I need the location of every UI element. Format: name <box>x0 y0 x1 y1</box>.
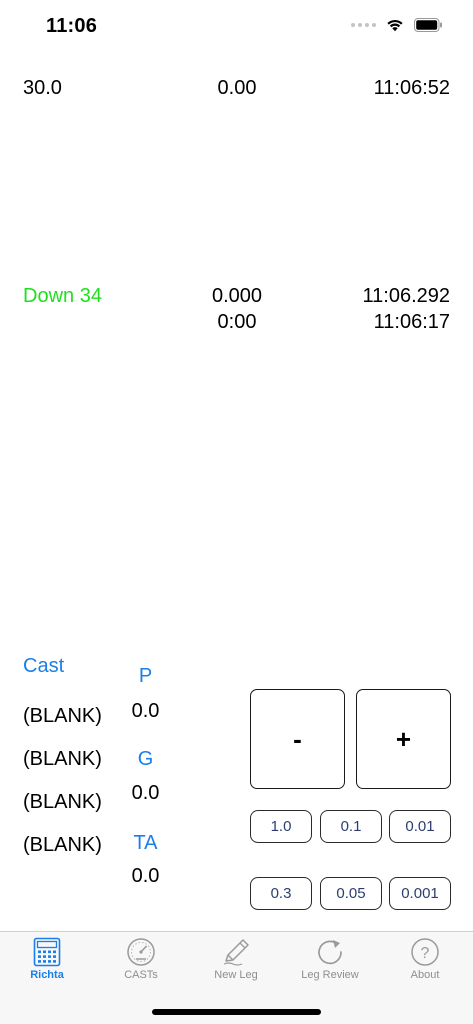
top-left-value: 30.0 <box>23 77 62 99</box>
tab-leg-review[interactable]: Leg Review <box>283 932 377 992</box>
tab-casts[interactable]: CASTs <box>94 932 188 992</box>
cast-title[interactable]: Cast <box>23 655 64 678</box>
middle-right-time-2: 11:06:17 <box>373 311 450 333</box>
tab-label-about: About <box>410 969 440 981</box>
status-icons <box>351 18 443 32</box>
middle-center-value-2: 0:00 <box>217 311 257 333</box>
svg-text:?: ? <box>421 945 430 962</box>
tab-label-casts: CASTs <box>124 969 158 981</box>
step-button-0-001[interactable]: 0.001 <box>389 877 451 910</box>
battery-icon <box>414 18 442 32</box>
param-p-label[interactable]: P <box>118 665 173 688</box>
refresh-icon <box>318 940 342 965</box>
cast-item-4[interactable]: (BLANK) <box>23 834 102 857</box>
tab-new-leg[interactable]: New Leg <box>189 932 283 992</box>
plus-button[interactable]: + <box>356 689 451 789</box>
tab-about[interactable]: ? About <box>378 932 472 992</box>
status-time: 11:06 <box>46 15 98 37</box>
cast-item-2[interactable]: (BLANK) <box>23 748 102 771</box>
cast-item-3[interactable]: (BLANK) <box>23 791 102 814</box>
status-bar: 11:06 <box>0 0 473 54</box>
down-count-label: Down 34 <box>23 285 102 307</box>
tab-label-richta: Richta <box>30 969 64 981</box>
top-right-time: 11:06:52 <box>373 77 450 99</box>
cast-item-1[interactable]: (BLANK) <box>23 705 102 728</box>
step-button-0-01[interactable]: 0.01 <box>389 810 451 843</box>
pencil-icon <box>223 939 249 966</box>
param-p-value: 0.0 <box>131 700 160 722</box>
minus-button[interactable]: - <box>250 689 345 789</box>
step-button-0-05[interactable]: 0.05 <box>320 877 382 910</box>
calculator-icon <box>33 937 61 967</box>
param-ta-value: 0.0 <box>131 865 160 887</box>
tab-label-leg-review: Leg Review <box>301 969 359 981</box>
wifi-icon <box>387 19 403 32</box>
middle-center-value-1: 0.000 <box>211 285 263 307</box>
middle-right-time-1: 11:06.292 <box>362 285 451 307</box>
param-g-value: 0.0 <box>131 782 160 804</box>
step-button-0-3[interactable]: 0.3 <box>250 877 312 910</box>
top-center-value: 0.00 <box>217 77 257 99</box>
param-ta-label[interactable]: TA <box>118 832 173 855</box>
step-button-1-0[interactable]: 1.0 <box>250 810 312 843</box>
question-icon: ? <box>411 938 439 966</box>
step-button-0-1[interactable]: 0.1 <box>320 810 382 843</box>
tab-label-new-leg: New Leg <box>214 969 258 981</box>
cellular-signal-icon <box>351 23 376 27</box>
param-g-label[interactable]: G <box>118 748 173 771</box>
gauge-icon <box>127 938 155 966</box>
tab-richta[interactable]: Richta <box>0 932 94 992</box>
home-indicator[interactable] <box>152 1009 321 1015</box>
